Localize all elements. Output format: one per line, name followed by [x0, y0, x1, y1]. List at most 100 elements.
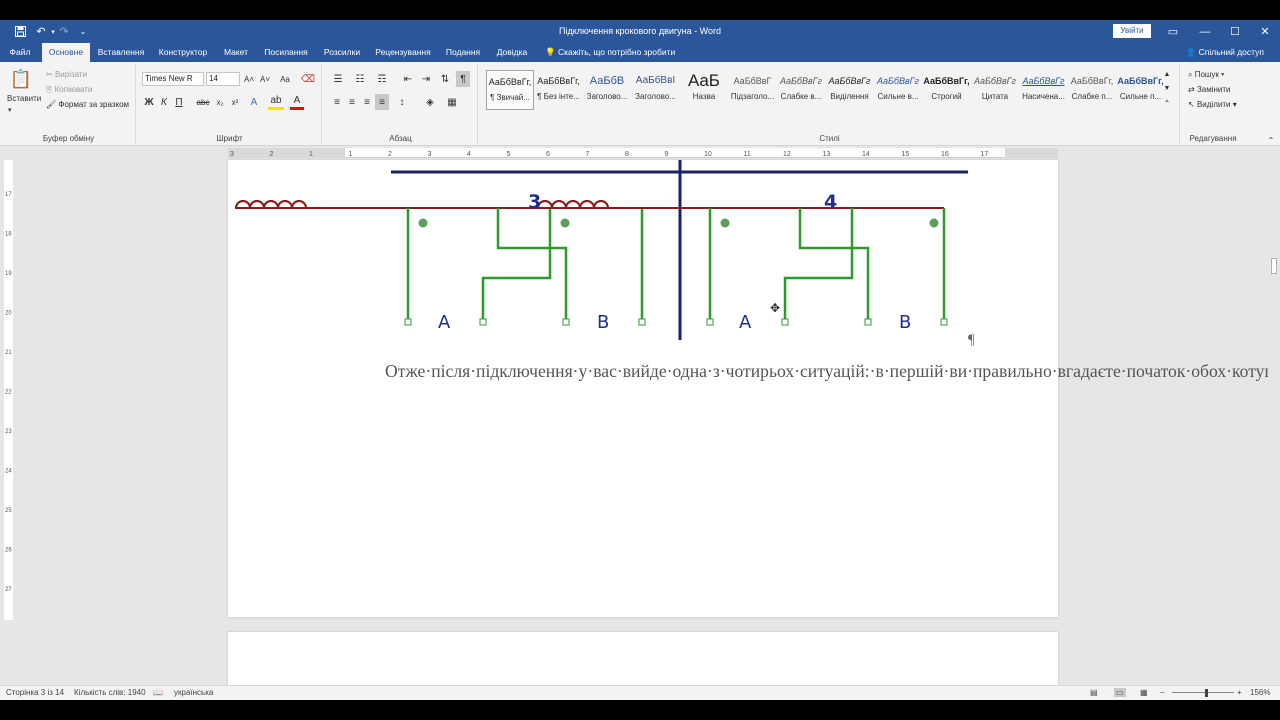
close-icon[interactable]: ✕ [1250, 20, 1280, 43]
increase-indent-icon[interactable]: ⇥ [418, 71, 434, 87]
body-paragraph[interactable]: Отже·після·підключення·у·вас·вийде·одна·… [345, 360, 1280, 383]
shrink-font-icon[interactable]: A˅ [258, 71, 272, 87]
tab-file[interactable]: Файл [4, 43, 36, 62]
find-button[interactable]: ⌕ Пошук ▾ [1188, 70, 1224, 80]
zoom-level[interactable]: 156% [1250, 688, 1270, 697]
tell-me-search[interactable]: 💡 Скажіть, що потрібно зробити [545, 43, 675, 62]
ruler-number: 15 [902, 151, 910, 158]
font-color-icon[interactable]: A [290, 94, 304, 110]
style-item[interactable]: АаБбВвГг Сильне в... [874, 70, 922, 110]
zoom-slider-thumb[interactable] [1205, 689, 1208, 697]
maximize-icon[interactable]: ☐ [1220, 20, 1250, 43]
vruler-number: 20 [5, 311, 12, 317]
style-item[interactable]: АаБбВвГг Цитата [971, 70, 1019, 110]
proofing-icon[interactable]: 📖 [153, 688, 163, 697]
line-spacing-icon[interactable]: ↕ [394, 94, 410, 110]
style-preview: АаБбВвГг [877, 76, 919, 86]
superscript-button[interactable]: x² [228, 94, 242, 110]
tab-mailings[interactable]: Розсилки [318, 43, 366, 62]
page-count[interactable]: Сторінка 3 із 14 [6, 688, 64, 697]
bold-button[interactable]: Ж [142, 94, 156, 110]
minimize-icon[interactable]: — [1190, 20, 1220, 43]
italic-button[interactable]: К [157, 94, 171, 110]
horizontal-ruler[interactable]: 3 2 1 1 2 3 4 5 6 7 8 9 10 11 12 13 14 15 16 17 [228, 148, 1058, 158]
sign-in-button[interactable]: Увійти [1113, 24, 1151, 38]
sort-icon[interactable]: ⇅ [438, 71, 452, 87]
tab-view[interactable]: Подання [440, 43, 486, 62]
share-button[interactable]: 👤 Спільний доступ [1186, 43, 1264, 62]
align-left-icon[interactable]: ≡ [330, 94, 344, 110]
language-indicator[interactable]: українська [174, 688, 213, 697]
underline-button[interactable]: П [172, 94, 186, 110]
style-item[interactable]: АаБбВвГг, ¶ Звичай... [486, 70, 534, 110]
read-mode-icon[interactable]: ▤ [1090, 688, 1098, 697]
highlight-icon[interactable]: ab [268, 94, 284, 110]
decrease-indent-icon[interactable]: ⇤ [400, 71, 416, 87]
style-name: Сильне в... [877, 92, 919, 101]
subscript-button[interactable]: x₂ [213, 94, 227, 110]
document-page[interactable]: 3 4 A B A B ✥ ¶ Отже·після·підключення·у… [228, 160, 1280, 617]
format-painter-button[interactable]: 🖌 Формат за зразком [46, 100, 129, 109]
styles-more-icon[interactable]: ⩡ [1160, 94, 1174, 110]
collapse-ribbon-icon[interactable]: ⌃ [1264, 132, 1278, 148]
paragraph-group: ☰ ☷ ☶ ⇤ ⇥ ⇅ ¶ ≡ ≡ ≡ ≡ ↕ ◈ ▦ Абзац [324, 64, 478, 144]
style-name: Заголово... [635, 92, 676, 101]
style-item[interactable]: AaБ Назва [680, 70, 728, 110]
tab-layout[interactable]: Макет [218, 43, 254, 62]
select-button[interactable]: ↖ Виділити ▾ [1188, 100, 1237, 109]
strikethrough-button[interactable]: abc [195, 94, 211, 110]
print-layout-icon[interactable]: ▭ [1114, 688, 1126, 697]
ruler-number: 8 [625, 151, 629, 158]
replace-button[interactable]: ⇄ Замінити [1188, 85, 1231, 94]
vertical-scrollbar[interactable] [1268, 148, 1280, 700]
paste-dropdown-icon[interactable]: ▾ [8, 106, 12, 114]
scrollbar-thumb[interactable] [1271, 258, 1277, 274]
show-marks-icon[interactable]: ¶ [456, 71, 470, 87]
numbering-icon[interactable]: ☷ [352, 71, 368, 87]
tab-review[interactable]: Рецензування [372, 43, 434, 62]
cut-button[interactable]: ✂ Вирізати [46, 70, 87, 79]
bullets-icon[interactable]: ☰ [330, 71, 346, 87]
word-count[interactable]: Кількість слів: 1940 [74, 688, 146, 697]
grow-font-icon[interactable]: A˄ [242, 71, 256, 87]
style-item[interactable]: АаБбВвГг, Слабке п... [1068, 70, 1116, 110]
paste-icon[interactable]: 📋 [8, 66, 34, 92]
zoom-out-button[interactable]: − [1160, 688, 1165, 697]
style-item[interactable]: АаБбВ Заголово... [583, 70, 631, 110]
style-name: Строгий [931, 92, 962, 101]
align-right-icon[interactable]: ≡ [360, 94, 374, 110]
change-case-icon[interactable]: Aa [276, 71, 294, 87]
align-center-icon[interactable]: ≡ [345, 94, 359, 110]
copy-button[interactable]: ⎘ Копіювати [46, 85, 92, 95]
zoom-in-button[interactable]: + [1237, 688, 1242, 697]
ribbon-display-icon[interactable]: ▭ [1158, 20, 1188, 43]
tab-insert[interactable]: Вставлення [94, 43, 148, 62]
style-item[interactable]: АаБбВвГг, Строгий [923, 70, 971, 110]
zoom-slider[interactable] [1172, 692, 1234, 693]
style-item[interactable]: АаБбВвГ Підзаголо... [729, 70, 777, 110]
tab-design[interactable]: Конструктор [155, 43, 211, 62]
tab-references[interactable]: Посилання [260, 43, 312, 62]
text-effects-icon[interactable]: A [246, 94, 262, 110]
web-layout-icon[interactable]: ▦ [1140, 688, 1148, 697]
paste-button[interactable]: Вставити [7, 94, 41, 103]
clear-formatting-icon[interactable]: ⌫ [300, 71, 316, 87]
style-item[interactable]: АаБбВвГг Слабке в... [777, 70, 825, 110]
font-size-select[interactable]: 14 [206, 72, 240, 86]
ruler-number: 4 [467, 151, 471, 158]
vertical-ruler[interactable]: 17 18 19 20 21 22 23 24 25 26 27 [4, 160, 13, 620]
ruler-number: 1 [349, 151, 353, 158]
style-item[interactable]: АаБбВвI Заголово... [632, 70, 680, 110]
style-item[interactable]: АаБбВвГг Насичена... [1020, 70, 1068, 110]
shading-icon[interactable]: ◈ [422, 94, 438, 110]
style-item[interactable]: АаБбВвГг, ¶ Без інте... [535, 70, 583, 110]
style-item[interactable]: АаБбВвГг Виділення [826, 70, 874, 110]
font-name-select[interactable]: Times New R [142, 72, 204, 86]
style-item[interactable]: АаБбВвГг, Сильне п... [1117, 70, 1165, 110]
tab-help[interactable]: Довідка [492, 43, 532, 62]
justify-icon[interactable]: ≡ [375, 94, 389, 110]
font-group: Times New R 14 A˄ A˅ Aa ⌫ Ж К П abc x₂ x… [138, 64, 322, 144]
tab-home[interactable]: Основне [42, 43, 90, 62]
multilevel-list-icon[interactable]: ☶ [374, 71, 390, 87]
borders-icon[interactable]: ▦ [444, 94, 460, 110]
